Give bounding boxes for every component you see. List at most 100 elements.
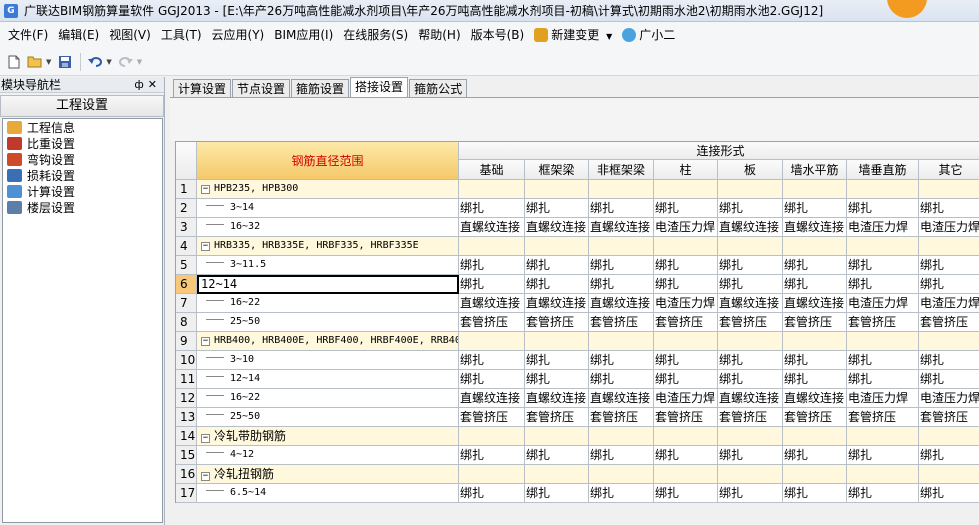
connection-cell[interactable] [718,180,783,199]
connection-cell[interactable]: 绑扎 [525,199,589,218]
group-row-label[interactable]: − 冷轧带肋钢筋 [197,427,459,446]
tab-calc-settings[interactable]: 计算设置 [173,79,232,98]
range-cell[interactable]: 3~11.5 [197,256,459,275]
connection-cell[interactable]: 绑扎 [847,351,919,370]
range-cell[interactable]: 6.5~14 [197,484,459,503]
connection-cell[interactable] [459,427,525,446]
group-row-label[interactable]: − HPB235, HPB300 [197,180,459,199]
connection-cell[interactable]: 电渣压力焊 [654,389,718,408]
connection-cell[interactable]: 直螺纹连接 [589,218,654,237]
group-row-label[interactable]: − 冷轧扭钢筋 [197,465,459,484]
connection-cell[interactable]: 绑扎 [783,199,847,218]
connection-cell[interactable] [459,332,525,351]
connection-cell[interactable]: 电渣压力焊 [654,294,718,313]
connection-cell[interactable]: 绑扎 [525,370,589,389]
connection-cell[interactable]: 直螺纹连接 [589,389,654,408]
connection-cell[interactable]: 绑扎 [919,256,979,275]
connection-cell[interactable]: 直螺纹连接 [718,294,783,313]
connection-cell[interactable] [919,332,979,351]
connection-cell[interactable]: 绑扎 [718,199,783,218]
connection-cell[interactable] [589,180,654,199]
connection-cell[interactable]: 绑扎 [525,256,589,275]
open-folder-button[interactable] [25,52,45,72]
menu-bim[interactable]: BIM应用(I) [270,24,337,46]
connection-cell[interactable] [847,465,919,484]
connection-cell[interactable] [783,427,847,446]
connection-cell[interactable]: 绑扎 [654,275,718,294]
range-cell[interactable]: 4~12 [197,446,459,465]
connection-cell[interactable]: 绑扎 [847,370,919,389]
connection-cell[interactable]: 绑扎 [919,370,979,389]
collapse-toggle-icon[interactable]: − [201,337,210,346]
connection-cell[interactable] [847,180,919,199]
new-file-button[interactable] [4,52,24,72]
connection-cell[interactable]: 电渣压力焊 [654,218,718,237]
connection-cell[interactable]: 绑扎 [589,275,654,294]
connection-cell[interactable]: 绑扎 [718,351,783,370]
connection-cell[interactable]: 套管挤压 [654,313,718,332]
connection-cell[interactable]: 直螺纹连接 [525,294,589,313]
range-cell[interactable]: 12~14 [197,370,459,389]
nav-item-loss-settings[interactable]: 损耗设置 [3,167,162,183]
connection-cell[interactable]: 套管挤压 [654,408,718,427]
range-cell[interactable]: 3~10 [197,351,459,370]
group-row-label[interactable]: − HRB335, HRB335E, HRBF335, HRBF335E [197,237,459,256]
connection-cell[interactable]: 直螺纹连接 [459,389,525,408]
connection-cell[interactable] [525,180,589,199]
nav-item-weight-settings[interactable]: 比重设置 [3,135,162,151]
connection-cell[interactable]: 绑扎 [459,370,525,389]
connection-cell[interactable]: 绑扎 [718,275,783,294]
connection-cell[interactable]: 绑扎 [654,351,718,370]
connection-cell[interactable] [847,427,919,446]
connection-cell[interactable]: 电渣压力焊 [847,218,919,237]
connection-cell[interactable]: 绑扎 [459,351,525,370]
connection-cell[interactable]: 绑扎 [783,256,847,275]
menu-file[interactable]: 文件(F) [4,24,52,46]
connection-cell[interactable]: 绑扎 [783,446,847,465]
connection-cell[interactable] [783,237,847,256]
collapse-toggle-icon[interactable]: − [201,434,210,443]
connection-cell[interactable] [459,180,525,199]
connection-cell[interactable]: 套管挤压 [459,313,525,332]
connection-cell[interactable]: 绑扎 [919,199,979,218]
new-change-button[interactable]: 新建变更 ▼ [530,24,616,46]
connection-cell[interactable]: 套管挤压 [919,408,979,427]
connection-cell[interactable]: 电渣压力焊 [919,389,979,408]
connection-cell[interactable]: 绑扎 [654,199,718,218]
connection-cell[interactable] [919,465,979,484]
connection-cell[interactable]: 直螺纹连接 [718,389,783,408]
connection-cell[interactable]: 绑扎 [718,484,783,503]
connection-cell[interactable]: 绑扎 [783,275,847,294]
tab-stirrup-settings[interactable]: 箍筋设置 [291,79,350,98]
collapse-toggle-icon[interactable]: − [201,185,210,194]
connection-cell[interactable]: 电渣压力焊 [919,294,979,313]
connection-cell[interactable]: 套管挤压 [525,408,589,427]
connection-cell[interactable] [654,237,718,256]
connection-cell[interactable]: 绑扎 [525,275,589,294]
connection-cell[interactable]: 绑扎 [783,370,847,389]
connection-cell[interactable]: 直螺纹连接 [589,294,654,313]
group-row-label[interactable]: − HRB400, HRB400E, HRBF400, HRBF400E, RRB… [197,332,459,351]
range-cell[interactable]: 16~22 [197,294,459,313]
connection-cell[interactable]: 套管挤压 [847,408,919,427]
collapse-toggle-icon[interactable]: − [201,472,210,481]
connection-cell[interactable]: 绑扎 [459,484,525,503]
connection-cell[interactable]: 电渣压力焊 [847,389,919,408]
connection-cell[interactable] [783,332,847,351]
connection-cell[interactable]: 绑扎 [459,256,525,275]
nav-item-floor-settings[interactable]: 楼层设置 [3,199,162,215]
connection-cell[interactable]: 绑扎 [847,256,919,275]
range-cell[interactable]: 25~50 [197,313,459,332]
menu-edit[interactable]: 编辑(E) [54,24,103,46]
connection-cell[interactable] [654,465,718,484]
connection-cell[interactable]: 绑扎 [654,446,718,465]
connection-cell[interactable]: 绑扎 [589,256,654,275]
undo-button[interactable] [85,52,105,72]
connection-cell[interactable] [525,427,589,446]
menu-version[interactable]: 版本号(B) [467,24,529,46]
connection-cell[interactable]: 套管挤压 [783,408,847,427]
connection-cell[interactable] [654,180,718,199]
connection-cell[interactable] [919,180,979,199]
connection-cell[interactable]: 套管挤压 [589,313,654,332]
nav-item-hook-settings[interactable]: 弯钩设置 [3,151,162,167]
